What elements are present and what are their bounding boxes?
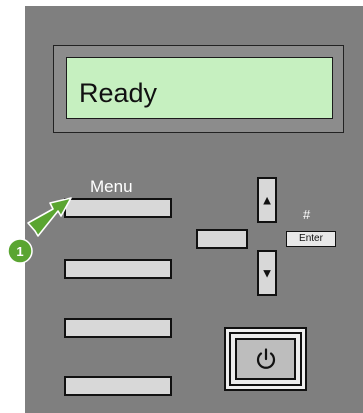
callout-pointer: 1: [7, 197, 72, 264]
function-button-4[interactable]: [64, 376, 172, 396]
function-button-3[interactable]: [64, 318, 172, 338]
up-button[interactable]: ▲: [257, 177, 277, 223]
power-icon: [256, 348, 275, 369]
enter-button[interactable]: Enter: [286, 231, 336, 247]
hash-label: #: [303, 207, 311, 222]
down-arrow-icon: ▼: [260, 265, 274, 281]
lcd-display: Ready: [66, 57, 333, 119]
arrow-icon: [27, 197, 72, 237]
power-button-bezel: [229, 332, 302, 386]
up-arrow-icon: ▲: [260, 192, 274, 208]
power-button-face: [235, 338, 296, 380]
callout-number: 1: [16, 244, 23, 259]
left-button[interactable]: [196, 229, 248, 249]
power-button[interactable]: [224, 327, 307, 391]
down-button[interactable]: ▼: [257, 250, 277, 296]
